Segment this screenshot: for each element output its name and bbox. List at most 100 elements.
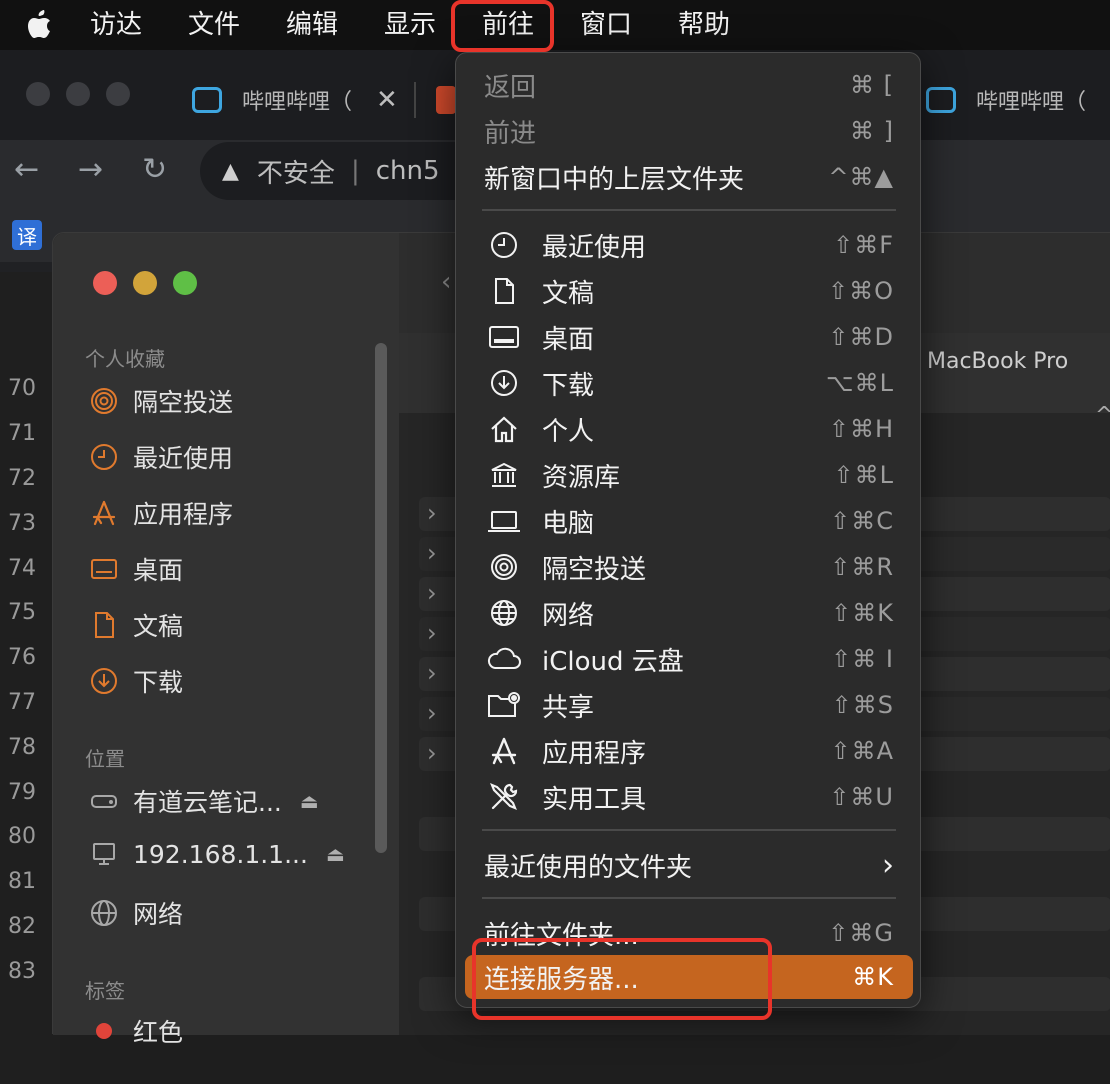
window-close-dot[interactable] (26, 82, 50, 106)
disclosure-chevron-icon[interactable]: › (427, 699, 437, 727)
line-number: 77 (8, 690, 36, 715)
menu-item-computer[interactable]: 电脑 ⇧⌘C (456, 499, 922, 543)
sidebar-item-server[interactable]: 192.168.1.1... ⏏ (89, 839, 345, 869)
menu-item-recent-folders[interactable]: 最近使用的文件夹 › (456, 843, 922, 887)
document-icon (486, 273, 522, 309)
clock-icon (89, 442, 119, 472)
collapse-chevron-icon[interactable]: ^ (1095, 403, 1110, 428)
browser-tab[interactable]: 哔哩哔哩（ ✕ (192, 78, 398, 122)
line-number: 80 (8, 824, 36, 849)
translate-icon[interactable]: 译 (12, 220, 42, 250)
finder-sidebar: 个人收藏 隔空投送 最近使用 应用程序 桌面 文稿 下载 位置 有道云笔记...… (53, 233, 399, 1047)
sidebar-item-desktop[interactable]: 桌面 (89, 551, 183, 587)
menu-item-forward[interactable]: 前进 ⌘ ] (456, 109, 922, 153)
menubar-view[interactable]: 显示 (384, 7, 436, 43)
home-icon (486, 411, 522, 447)
menu-item-label: 最近使用 (542, 232, 647, 263)
menu-item-network[interactable]: 网络 ⇧⌘K (456, 591, 922, 635)
menu-item-applications[interactable]: 应用程序 ⇧⌘A (456, 729, 922, 773)
menu-separator (482, 829, 896, 831)
menubar-file[interactable]: 文件 (188, 7, 240, 43)
sidebar-item-label: 网络 (133, 900, 184, 929)
sidebar-item-applications[interactable]: 应用程序 (89, 495, 233, 531)
line-number: 71 (8, 421, 36, 446)
menu-item-library[interactable]: 资源库 ⇧⌘L (456, 453, 922, 497)
desktop-icon (89, 554, 119, 584)
shortcut-label: ⇧⌘F (833, 231, 894, 259)
menu-item-label: 返回 (484, 72, 537, 103)
sidebar-item-tag-red[interactable]: 红色 (89, 1013, 183, 1049)
menu-item-shared[interactable]: 共享 ⇧⌘S (456, 683, 922, 727)
sidebar-item-recents[interactable]: 最近使用 (89, 439, 233, 475)
menu-item-label: 隔空投送 (542, 554, 647, 585)
menu-item-recents[interactable]: 最近使用 ⇧⌘F (456, 223, 922, 267)
sidebar-item-label: 文稿 (133, 612, 184, 641)
disclosure-chevron-icon[interactable]: › (427, 659, 437, 687)
disclosure-chevron-icon[interactable]: › (427, 499, 437, 527)
sidebar-item-airdrop[interactable]: 隔空投送 (89, 383, 233, 419)
window-zoom-dot[interactable] (106, 82, 130, 106)
menu-item-documents[interactable]: 文稿 ⇧⌘O (456, 269, 922, 313)
menu-item-back[interactable]: 返回 ⌘ [ (456, 63, 922, 107)
shortcut-label: ⇧⌘S (831, 691, 894, 719)
download-icon (89, 666, 119, 696)
menubar-window[interactable]: 窗口 (580, 7, 632, 43)
download-icon (486, 365, 522, 401)
airdrop-icon (486, 549, 522, 585)
sidebar-item-network[interactable]: 网络 (89, 895, 183, 931)
apple-icon[interactable] (26, 10, 52, 40)
browser-tab[interactable]: 哔哩哔哩（ (926, 78, 1086, 122)
reload-icon[interactable]: ↻ (142, 152, 167, 187)
menu-item-icloud-drive[interactable]: iCloud 云盘 ⇧⌘ I (456, 637, 922, 681)
red-tag-dot-icon (89, 1016, 119, 1046)
menubar-finder[interactable]: 访达 (90, 7, 142, 43)
eject-icon[interactable]: ⏏ (300, 789, 319, 813)
shortcut-label: ⇧⌘D (828, 323, 894, 351)
forward-arrow-icon[interactable]: → (78, 152, 103, 187)
menu-item-desktop[interactable]: 桌面 ⇧⌘D (456, 315, 922, 359)
sidebar-item-youdao-volume[interactable]: 有道云笔记... ⏏ (89, 783, 319, 819)
security-label: 不安全 (256, 158, 335, 189)
eject-icon[interactable]: ⏏ (326, 842, 345, 866)
zoom-button[interactable] (173, 271, 197, 295)
sidebar-item-label: 192.168.1.1... (133, 839, 308, 869)
sidebar-item-label: 有道云笔记... (133, 788, 282, 817)
back-arrow-icon[interactable]: ← (14, 152, 39, 187)
sidebar-scrollbar[interactable] (375, 343, 387, 853)
cloud-icon (486, 641, 522, 677)
menu-item-label: 实用工具 (542, 784, 647, 815)
desktop-icon (486, 319, 522, 355)
device-label: MacBook Pro (927, 349, 1069, 374)
document-icon (89, 610, 119, 640)
sidebar-item-documents[interactable]: 文稿 (89, 607, 183, 643)
disclosure-chevron-icon[interactable]: › (427, 539, 437, 567)
disclosure-chevron-icon[interactable]: › (427, 739, 437, 767)
shortcut-label: ⌘ [ (850, 71, 894, 99)
menu-item-enclosing-folder[interactable]: 新窗口中的上层文件夹 ^⌘▲ (456, 155, 922, 199)
locations-header: 位置 (85, 747, 125, 771)
window-minimize-dot[interactable] (66, 82, 90, 106)
line-number: 72 (8, 466, 36, 491)
sidebar-item-downloads[interactable]: 下载 (89, 663, 183, 699)
sidebar-item-label: 隔空投送 (133, 388, 234, 417)
menu-separator (482, 897, 896, 899)
menubar-edit[interactable]: 编辑 (286, 7, 338, 43)
menu-item-label: 共享 (542, 692, 595, 723)
menu-item-utilities[interactable]: 实用工具 ⇧⌘U (456, 775, 922, 819)
close-button[interactable] (93, 271, 117, 295)
menu-item-airdrop[interactable]: 隔空投送 ⇧⌘R (456, 545, 922, 589)
line-number: 75 (8, 600, 36, 625)
menu-item-home[interactable]: 个人 ⇧⌘H (456, 407, 922, 451)
menubar-help[interactable]: 帮助 (678, 7, 730, 43)
disclosure-chevron-icon[interactable]: › (427, 579, 437, 607)
menu-separator (482, 209, 896, 211)
minimize-button[interactable] (133, 271, 157, 295)
tab-separator (414, 82, 416, 118)
disk-icon (89, 786, 119, 816)
back-chevron-icon[interactable]: ‹ (441, 267, 451, 297)
disclosure-chevron-icon[interactable]: › (427, 619, 437, 647)
menu-item-downloads[interactable]: 下载 ⌥⌘L (456, 361, 922, 405)
warning-icon: ▲ (222, 158, 239, 184)
tab-close-icon[interactable]: ✕ (376, 85, 398, 115)
menu-item-label: 最近使用的文件夹 (484, 852, 693, 883)
